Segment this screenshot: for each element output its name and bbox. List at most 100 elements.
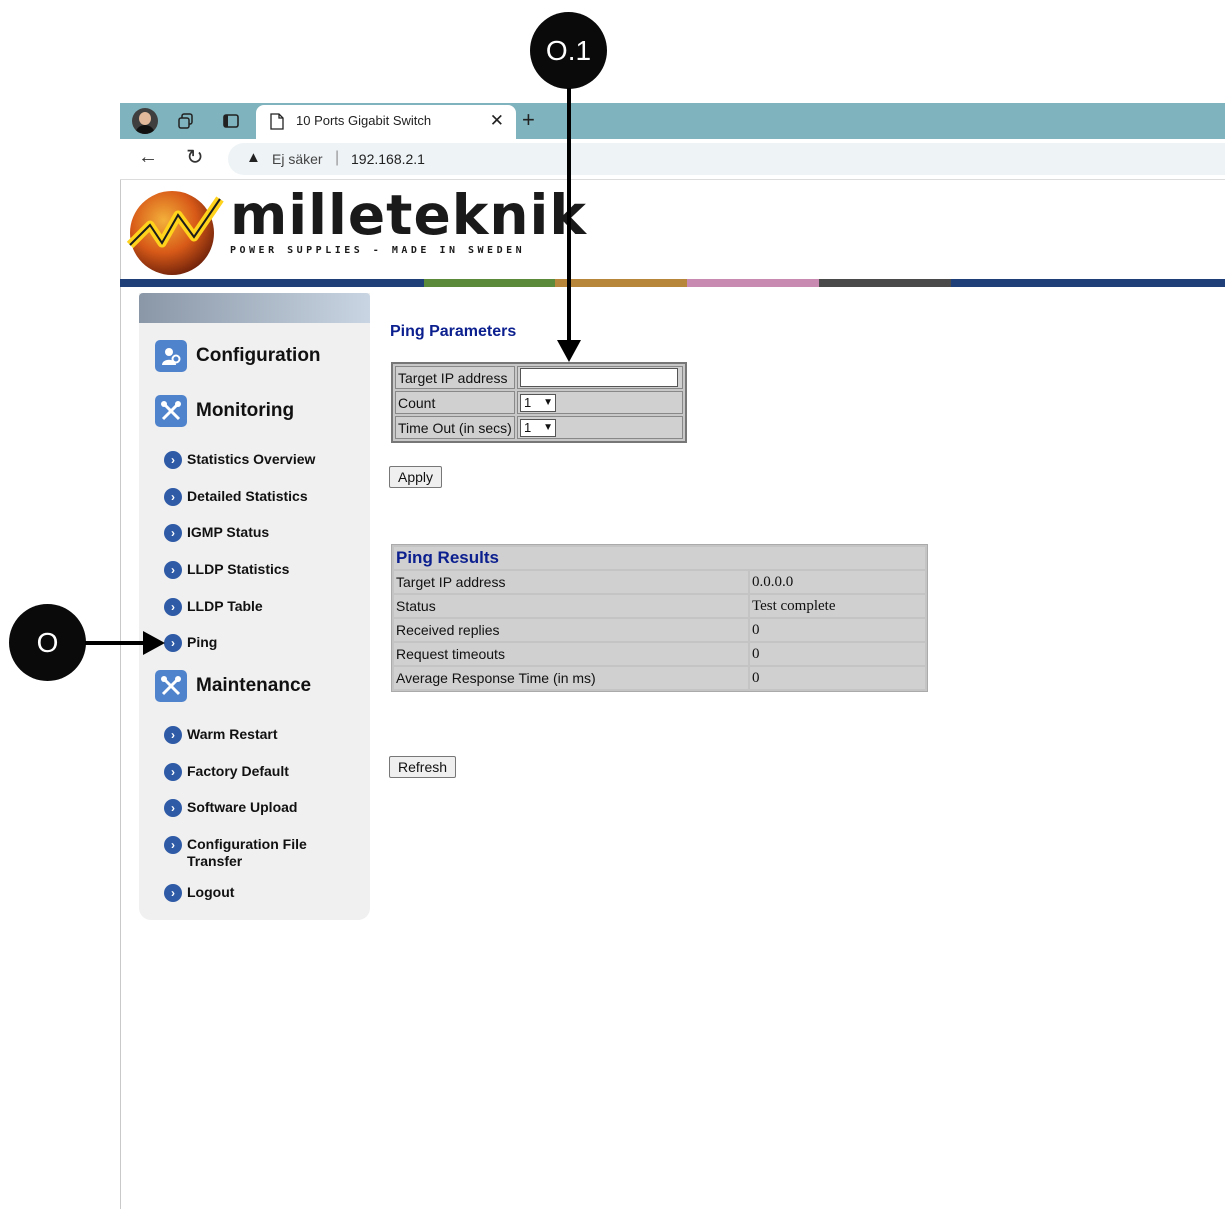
chevron-down-icon: ▼: [543, 396, 553, 408]
result-value: 0: [750, 667, 925, 689]
close-tab-icon[interactable]: ✕: [490, 111, 504, 131]
chevron-right-icon: ›: [164, 561, 182, 579]
section-label: Maintenance: [196, 675, 312, 696]
arrow-right-icon: [143, 631, 165, 655]
sidebar-item-detailed-statistics[interactable]: › Detailed Statistics: [164, 488, 308, 506]
sidebar-item-logout[interactable]: › Logout: [164, 884, 234, 902]
chevron-right-icon: ›: [164, 836, 182, 854]
callout-line-horizontal: [85, 641, 149, 645]
url-text[interactable]: 192.168.2.1: [351, 151, 425, 167]
sidebar-item-label: LLDP Statistics: [187, 561, 290, 577]
timeout-label: Time Out (in secs): [395, 416, 515, 439]
chevron-down-icon: ▼: [543, 421, 553, 433]
section-maintenance[interactable]: Maintenance: [155, 670, 311, 702]
workspaces-icon[interactable]: [176, 111, 196, 131]
color-bar-segment-4: [687, 279, 819, 287]
ping-results-table: Ping Results Target IP address 0.0.0.0 S…: [391, 544, 928, 692]
logo-tagline: POWER SUPPLIES - MADE IN SWEDEN: [230, 245, 526, 256]
tab-bar: 10 Ports Gigabit Switch ✕ +: [120, 103, 1225, 139]
callout-line-vertical: [567, 88, 571, 346]
callout-target-ip: O.1: [530, 12, 607, 89]
reload-icon[interactable]: ↻: [186, 145, 204, 170]
color-bar-segment-5: [819, 279, 951, 287]
sidebar-item-statistics-overview[interactable]: › Statistics Overview: [164, 451, 315, 469]
count-value: 1: [524, 394, 532, 410]
table-row: Count 1 ▼: [395, 391, 683, 414]
table-row: Request timeouts 0: [394, 643, 925, 665]
tab-actions-icon[interactable]: [221, 111, 241, 131]
tab-title: 10 Ports Gigabit Switch: [296, 113, 432, 128]
result-value: 0: [750, 643, 925, 665]
sidebar-item-label: Factory Default: [187, 763, 289, 779]
sidebar-item-label: Configuration File Transfer: [187, 836, 307, 869]
color-bar-segment-3: [555, 279, 687, 287]
sidebar-item-igmp-status[interactable]: › IGMP Status: [164, 524, 269, 542]
table-row: Target IP address: [395, 366, 683, 389]
sidebar-item-ping[interactable]: › Ping: [164, 634, 217, 652]
chevron-right-icon: ›: [164, 726, 182, 744]
section-label: Configuration: [196, 345, 321, 366]
sidebar-item-label: Logout: [187, 884, 235, 900]
result-label: Status: [394, 595, 748, 617]
back-icon[interactable]: ←: [138, 146, 158, 169]
chevron-right-icon: ›: [164, 598, 182, 616]
timeout-cell: 1 ▼: [517, 416, 683, 439]
address-bar: ← ↻ ▲ Ej säker | 192.168.2.1: [120, 139, 1225, 180]
window-edge: [120, 103, 121, 1209]
ping-parameters-table: Target IP address Count 1 ▼ Time Out (in …: [391, 362, 687, 443]
table-row: Average Response Time (in ms) 0: [394, 667, 925, 689]
sidebar-item-label: Detailed Statistics: [187, 488, 308, 504]
sidebar-item-label: Ping: [187, 634, 218, 650]
result-label: Received replies: [394, 619, 748, 641]
logo-emblem-icon: [126, 191, 224, 275]
new-tab-icon[interactable]: +: [522, 107, 535, 133]
separator: |: [335, 149, 340, 166]
sidebar-item-label: IGMP Status: [187, 524, 270, 540]
color-bar-segment-2: [424, 279, 555, 287]
browser-tab[interactable]: 10 Ports Gigabit Switch ✕: [256, 105, 516, 139]
sidebar-item-label: Warm Restart: [187, 726, 278, 742]
color-bar-segment-6: [951, 279, 1225, 287]
result-value: 0: [750, 619, 925, 641]
result-value: 0.0.0.0: [750, 571, 925, 593]
refresh-button[interactable]: Refresh: [389, 756, 457, 778]
sidebar-item-lldp-statistics[interactable]: › LLDP Statistics: [164, 561, 289, 579]
section-configuration[interactable]: Configuration: [155, 340, 321, 372]
tools-icon: [155, 395, 187, 427]
warning-icon[interactable]: ▲: [246, 149, 261, 166]
target-ip-input[interactable]: [520, 368, 678, 387]
chevron-right-icon: ›: [164, 799, 182, 817]
sidebar-item-label: Statistics Overview: [187, 451, 316, 467]
table-row: Status Test complete: [394, 595, 925, 617]
color-bar-segment-1: [120, 279, 424, 287]
ping-results-title: Ping Results: [394, 547, 925, 569]
security-label[interactable]: Ej säker: [272, 151, 323, 167]
chevron-right-icon: ›: [164, 884, 182, 902]
sidebar-item-lldp-table[interactable]: › LLDP Table: [164, 598, 263, 616]
chevron-right-icon: ›: [164, 451, 182, 469]
sidebar-item-label: LLDP Table: [187, 598, 263, 614]
table-row: Target IP address 0.0.0.0: [394, 571, 925, 593]
count-cell: 1 ▼: [517, 391, 683, 414]
sidebar-header: [139, 293, 370, 323]
sidebar-item-factory-default[interactable]: › Factory Default: [164, 763, 289, 781]
target-ip-cell: [517, 366, 683, 389]
section-label: Monitoring: [196, 400, 295, 421]
timeout-select[interactable]: 1 ▼: [520, 418, 556, 437]
count-label: Count: [395, 391, 515, 414]
logo-wordmark: milleteknik: [230, 183, 587, 247]
count-select[interactable]: 1 ▼: [520, 393, 556, 412]
section-monitoring[interactable]: Monitoring: [155, 395, 294, 427]
table-header-row: Ping Results: [394, 547, 925, 569]
config-icon: [155, 340, 187, 372]
apply-button[interactable]: Apply: [389, 466, 443, 488]
result-value: Test complete: [750, 595, 925, 617]
omnibox[interactable]: ▲ Ej säker | 192.168.2.1: [228, 143, 1225, 175]
sidebar-item-software-upload[interactable]: › Software Upload: [164, 799, 297, 817]
sidebar-item-configuration-file-transfer[interactable]: › Configuration File Transfer: [164, 836, 314, 870]
chevron-right-icon: ›: [164, 763, 182, 781]
chevron-right-icon: ›: [164, 524, 182, 542]
sidebar-item-warm-restart[interactable]: › Warm Restart: [164, 726, 278, 744]
profile-avatar[interactable]: [132, 108, 158, 134]
table-row: Time Out (in secs) 1 ▼: [395, 416, 683, 439]
